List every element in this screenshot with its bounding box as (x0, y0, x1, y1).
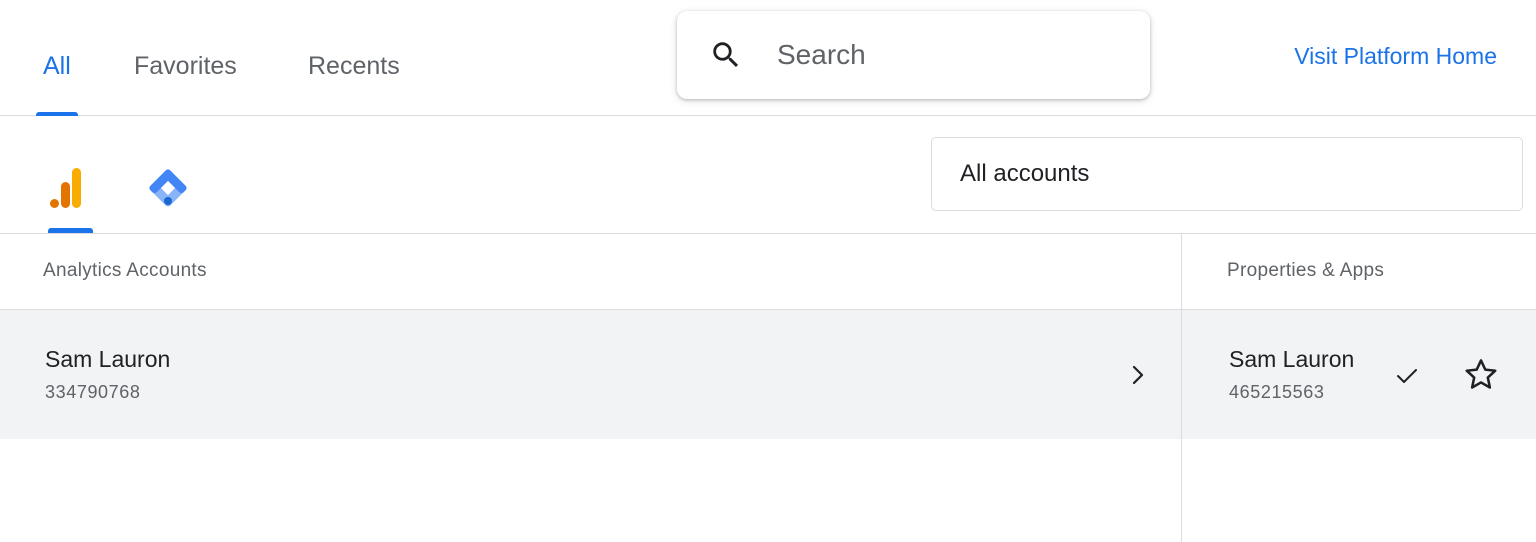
property-name: Sam Lauron (1229, 346, 1355, 372)
tab-all-label: All (43, 52, 71, 80)
account-picker: All Favorites Recents Visit Platform Hom… (0, 0, 1536, 542)
active-product-indicator (48, 228, 93, 233)
property-row[interactable]: Sam Lauron 465215563 (1182, 310, 1536, 439)
accounts-header-label: Analytics Accounts (43, 260, 207, 281)
google-analytics-icon (50, 168, 81, 208)
account-id: 334790768 (45, 382, 141, 402)
tab-favorites[interactable]: Favorites (134, 52, 237, 116)
top-tab-bar: All Favorites Recents Visit Platform Hom… (0, 0, 1536, 116)
search-box[interactable] (677, 11, 1150, 99)
tab-all[interactable]: All (36, 52, 78, 116)
account-filter-value: All accounts (960, 160, 1090, 187)
accounts-column-header: Analytics Accounts (0, 234, 1181, 310)
google-tag-manager-icon (149, 169, 187, 207)
product-tab-analytics[interactable] (36, 116, 96, 233)
properties-column-header: Properties & Apps (1182, 234, 1536, 310)
product-switcher: All accounts (0, 116, 1536, 234)
product-tab-tag-manager[interactable] (138, 116, 198, 233)
property-id: 465215563 (1229, 382, 1325, 402)
visit-platform-home-link[interactable]: Visit Platform Home (1294, 43, 1497, 70)
check-icon (1397, 369, 1417, 383)
star-outline-icon[interactable] (1462, 356, 1500, 394)
chevron-right-icon (1132, 365, 1144, 385)
tab-recents[interactable]: Recents (308, 52, 400, 116)
account-row[interactable]: Sam Lauron 334790768 (0, 310, 1181, 439)
search-icon (713, 42, 739, 68)
account-filter-select[interactable]: All accounts (931, 137, 1523, 211)
properties-header-label: Properties & Apps (1227, 260, 1385, 281)
tab-recents-label: Recents (308, 52, 400, 80)
search-input[interactable] (777, 31, 1117, 79)
account-name: Sam Lauron (45, 346, 171, 372)
tab-favorites-label: Favorites (134, 52, 237, 80)
